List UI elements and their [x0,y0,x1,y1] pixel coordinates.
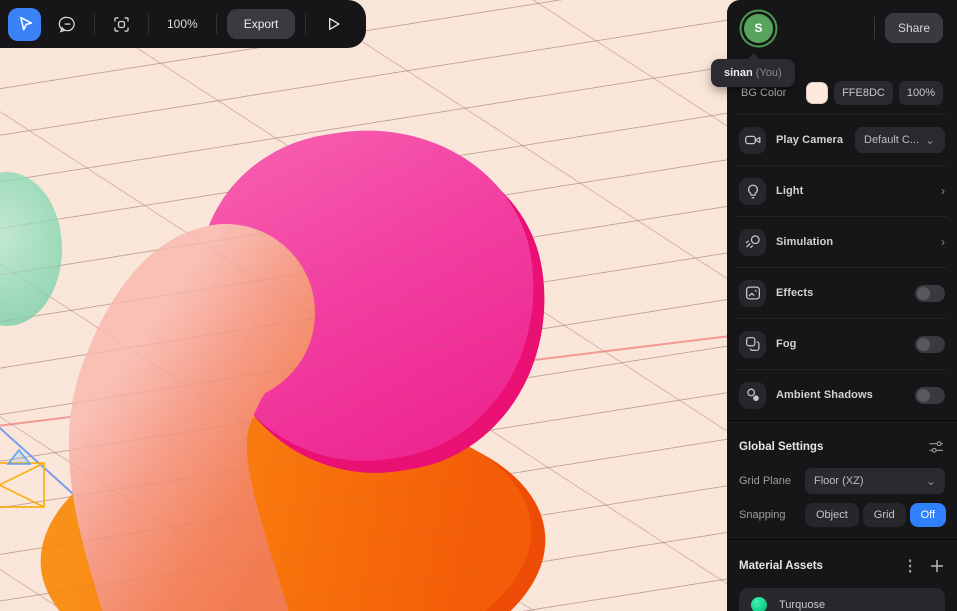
simulation-label: Simulation [776,236,931,248]
material-sphere-icon [751,597,767,611]
grid-plane-value: Floor (XZ) [814,475,864,487]
bg-color-swatch[interactable] [806,82,828,104]
global-settings-title: Global Settings [739,441,927,453]
bg-color-hex-field[interactable]: FFE8DC [834,81,893,105]
panel-header: S Share [727,0,957,56]
light-row[interactable]: Light › [727,166,957,216]
select-tool-button[interactable] [8,8,41,41]
lightbulb-icon [739,178,766,205]
frame-icon [111,14,132,35]
material-item-turquose[interactable]: Turquose [739,588,945,611]
header-divider [874,17,875,39]
material-assets-section: Material Assets Turquose [727,540,957,611]
ambient-shadows-toggle[interactable] [915,387,945,404]
grain-texture [0,0,727,611]
grid-plane-label: Grid Plane [739,475,805,487]
play-camera-row: Play Camera Default C... ⌄ [727,115,957,165]
export-button[interactable]: Export [227,9,296,39]
toolbar-divider [216,14,217,34]
more-options-icon[interactable] [903,558,917,574]
play-button[interactable] [316,8,349,41]
fog-toggle[interactable] [915,336,945,353]
properties-panel: S Share sinan (You) BG Color FFE8DC 100%… [727,0,957,611]
simulation-icon [739,229,766,256]
frame-tool-button[interactable] [105,8,138,41]
snap-off-button[interactable]: Off [910,503,946,527]
salmon-tube-object[interactable] [0,0,727,611]
effects-icon [739,280,766,307]
zoom-level[interactable]: 100% [159,17,206,31]
grid-plane-row: Grid Plane Floor (XZ) ⌄ [739,467,945,495]
ambient-shadows-label: Ambient Shadows [776,389,905,401]
play-camera-label: Play Camera [776,134,845,146]
bg-color-label: BG Color [741,87,800,99]
chevron-down-icon: ⌄ [925,133,935,147]
material-name: Turquose [779,599,825,611]
main-toolbar: 100% Export [0,0,366,48]
snap-grid-button[interactable]: Grid [863,503,906,527]
snapping-label: Snapping [739,509,805,521]
material-assets-title: Material Assets [739,560,903,572]
global-settings-section: Global Settings Grid Plane Floor (XZ) ⌄ … [727,421,957,539]
chevron-right-icon: › [941,235,945,249]
chevron-right-icon: › [941,184,945,198]
ambient-shadows-row: Ambient Shadows [727,370,957,420]
bg-color-opacity-field[interactable]: 100% [899,81,943,105]
play-camera-value: Default C... [864,134,919,146]
fog-icon [739,331,766,358]
chevron-down-icon: ⌄ [926,474,936,488]
effects-row: Effects [727,268,957,318]
add-material-icon[interactable] [929,558,945,574]
effects-label: Effects [776,287,905,299]
toolbar-divider [94,14,95,34]
tooltip-username: sinan [724,67,753,79]
fog-row: Fog [727,319,957,369]
fog-label: Fog [776,338,905,350]
sliders-icon[interactable] [927,438,945,456]
ambient-shadows-icon [739,382,766,409]
avatar[interactable]: S [744,14,773,43]
play-camera-dropdown[interactable]: Default C... ⌄ [855,127,945,153]
toolbar-divider [305,14,306,34]
comment-tool-button[interactable] [51,8,84,41]
camera-icon [739,127,766,154]
snapping-row: Snapping Object Grid Off [739,501,945,529]
tooltip-you-suffix: (You) [756,67,782,79]
user-tooltip: sinan (You) [711,59,795,87]
cursor-icon [14,13,36,35]
simulation-row[interactable]: Simulation › [727,217,957,267]
effects-toggle[interactable] [915,285,945,302]
snap-object-button[interactable]: Object [805,503,859,527]
play-icon [323,14,343,34]
share-button[interactable]: Share [885,13,943,43]
light-label: Light [776,185,931,197]
toolbar-divider [148,14,149,34]
comment-icon [57,14,78,35]
grid-plane-dropdown[interactable]: Floor (XZ) ⌄ [805,468,945,494]
app-window: 100% Export S Share sinan (You) BG Color… [0,0,957,611]
